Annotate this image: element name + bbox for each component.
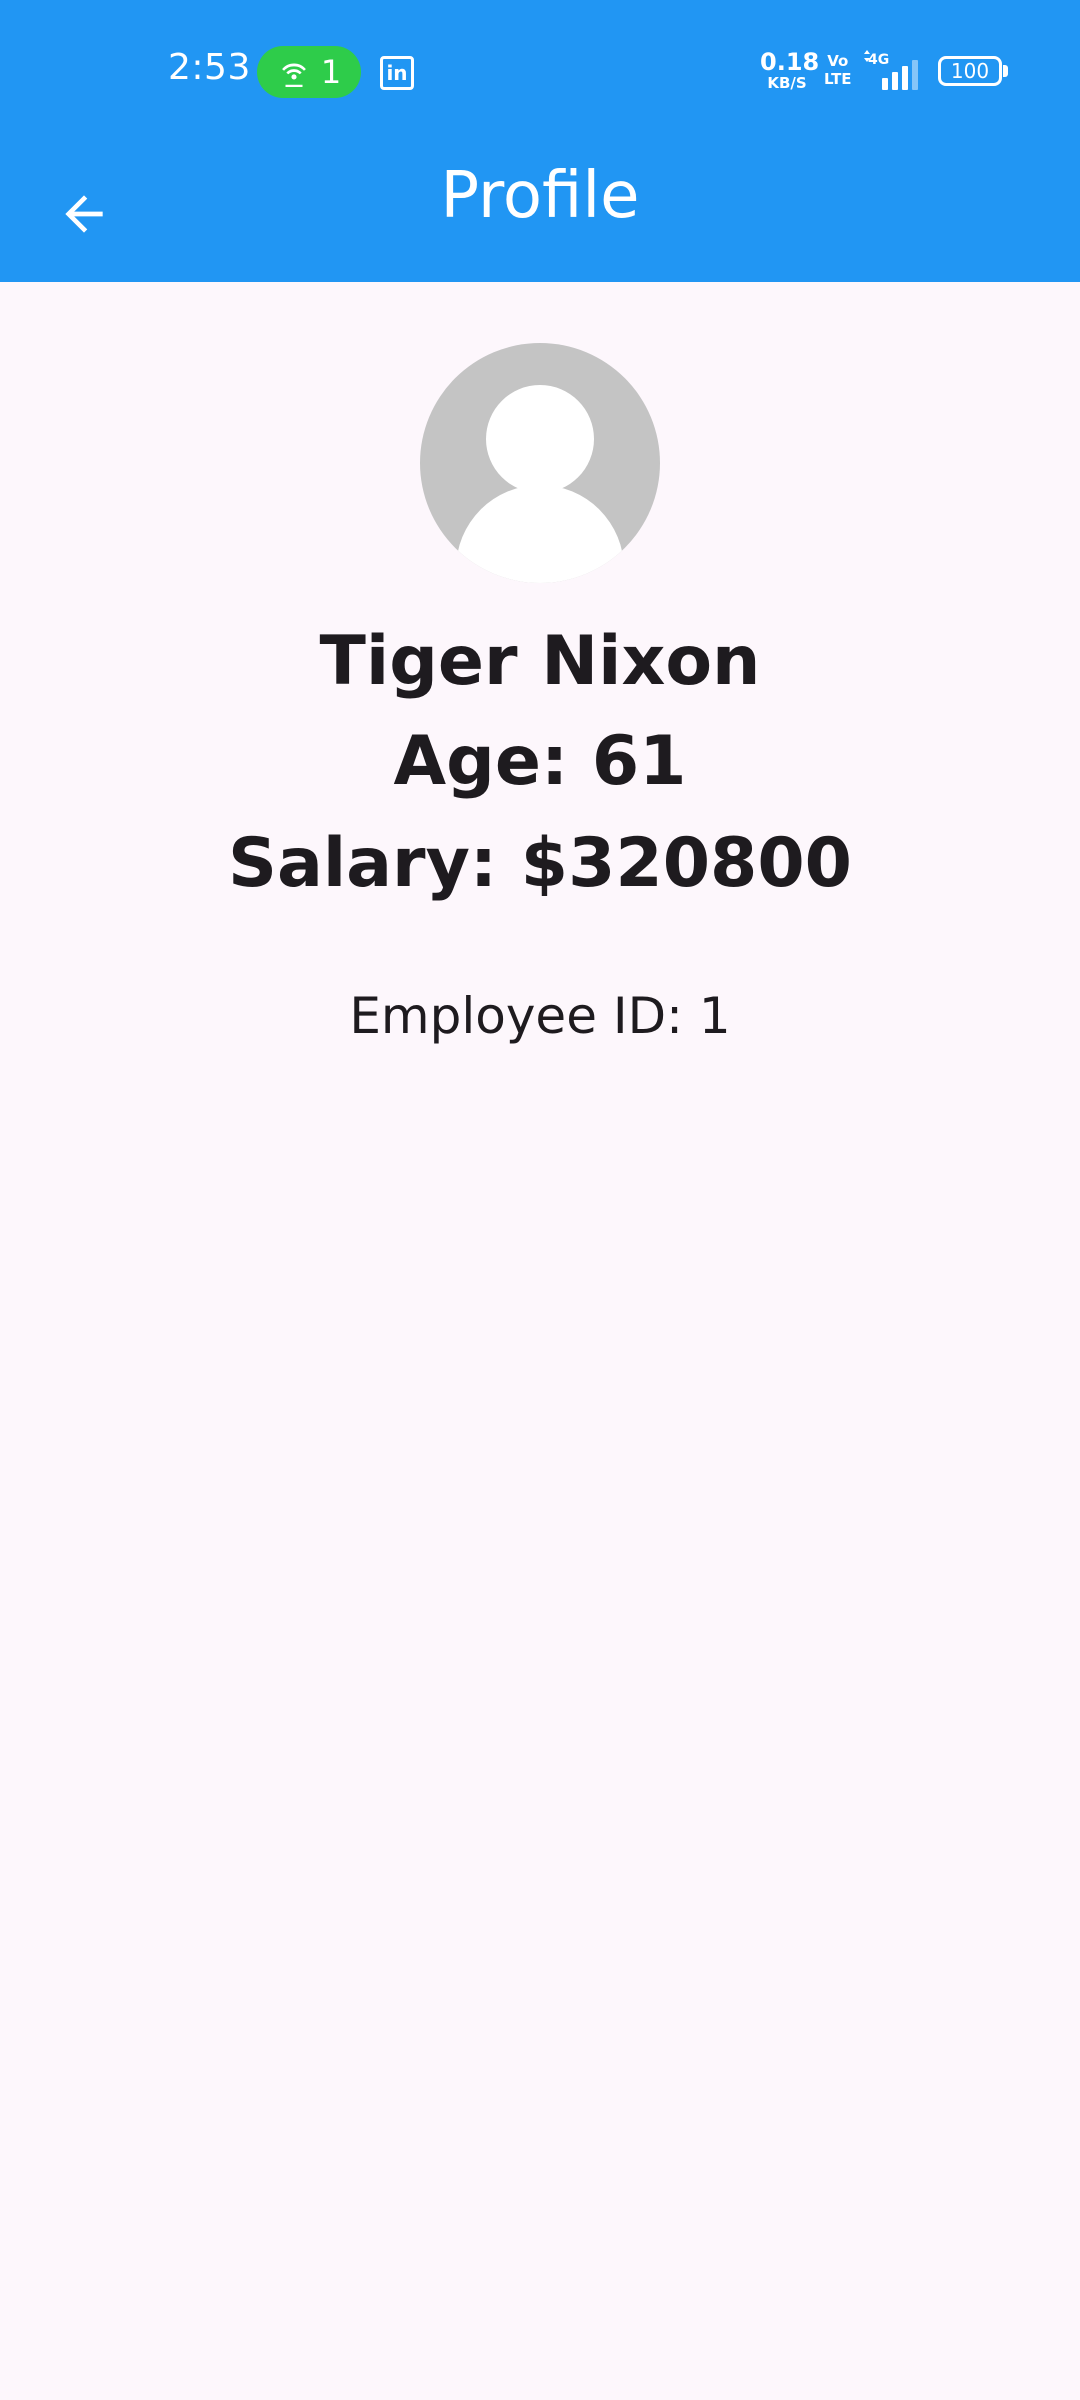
hotspot-indicator[interactable]: 1 — [257, 46, 361, 98]
back-button[interactable] — [40, 170, 128, 258]
signal-icon: 4G — [864, 50, 918, 90]
battery-tip — [1003, 65, 1008, 77]
network-speed-unit: KB/S — [767, 74, 807, 92]
linkedin-icon: in — [380, 56, 414, 90]
employee-age: Age: 61 — [393, 722, 687, 801]
network-speed: 0.18 KB/S — [760, 48, 820, 92]
hotspot-count: 1 — [320, 53, 342, 91]
volte-top: Vo — [827, 52, 849, 70]
network-type: 4G — [868, 52, 889, 68]
hotspot-icon — [281, 63, 306, 88]
volte-indicator: Vo LTE — [824, 52, 852, 88]
status-bar: 2:53 1 in 0.18 KB/S Vo LTE 4G 100 — [0, 0, 1080, 146]
avatar-body-shape — [456, 485, 624, 583]
person-placeholder-icon — [486, 385, 594, 493]
app-bar: Profile — [0, 146, 1080, 282]
employee-id: Employee ID: 1 — [349, 987, 731, 1045]
avatar — [420, 343, 660, 583]
battery-level: 100 — [950, 59, 990, 83]
employee-salary: Salary: $320800 — [228, 824, 852, 903]
employee-name: Tiger Nixon — [319, 622, 761, 701]
page-title: Profile — [440, 159, 640, 233]
volte-bottom: LTE — [824, 70, 852, 88]
battery-icon: 100 — [938, 56, 1002, 86]
status-time: 2:53 — [168, 47, 251, 88]
network-speed-value: 0.18 — [760, 48, 820, 76]
arrow-left-icon — [65, 195, 103, 233]
